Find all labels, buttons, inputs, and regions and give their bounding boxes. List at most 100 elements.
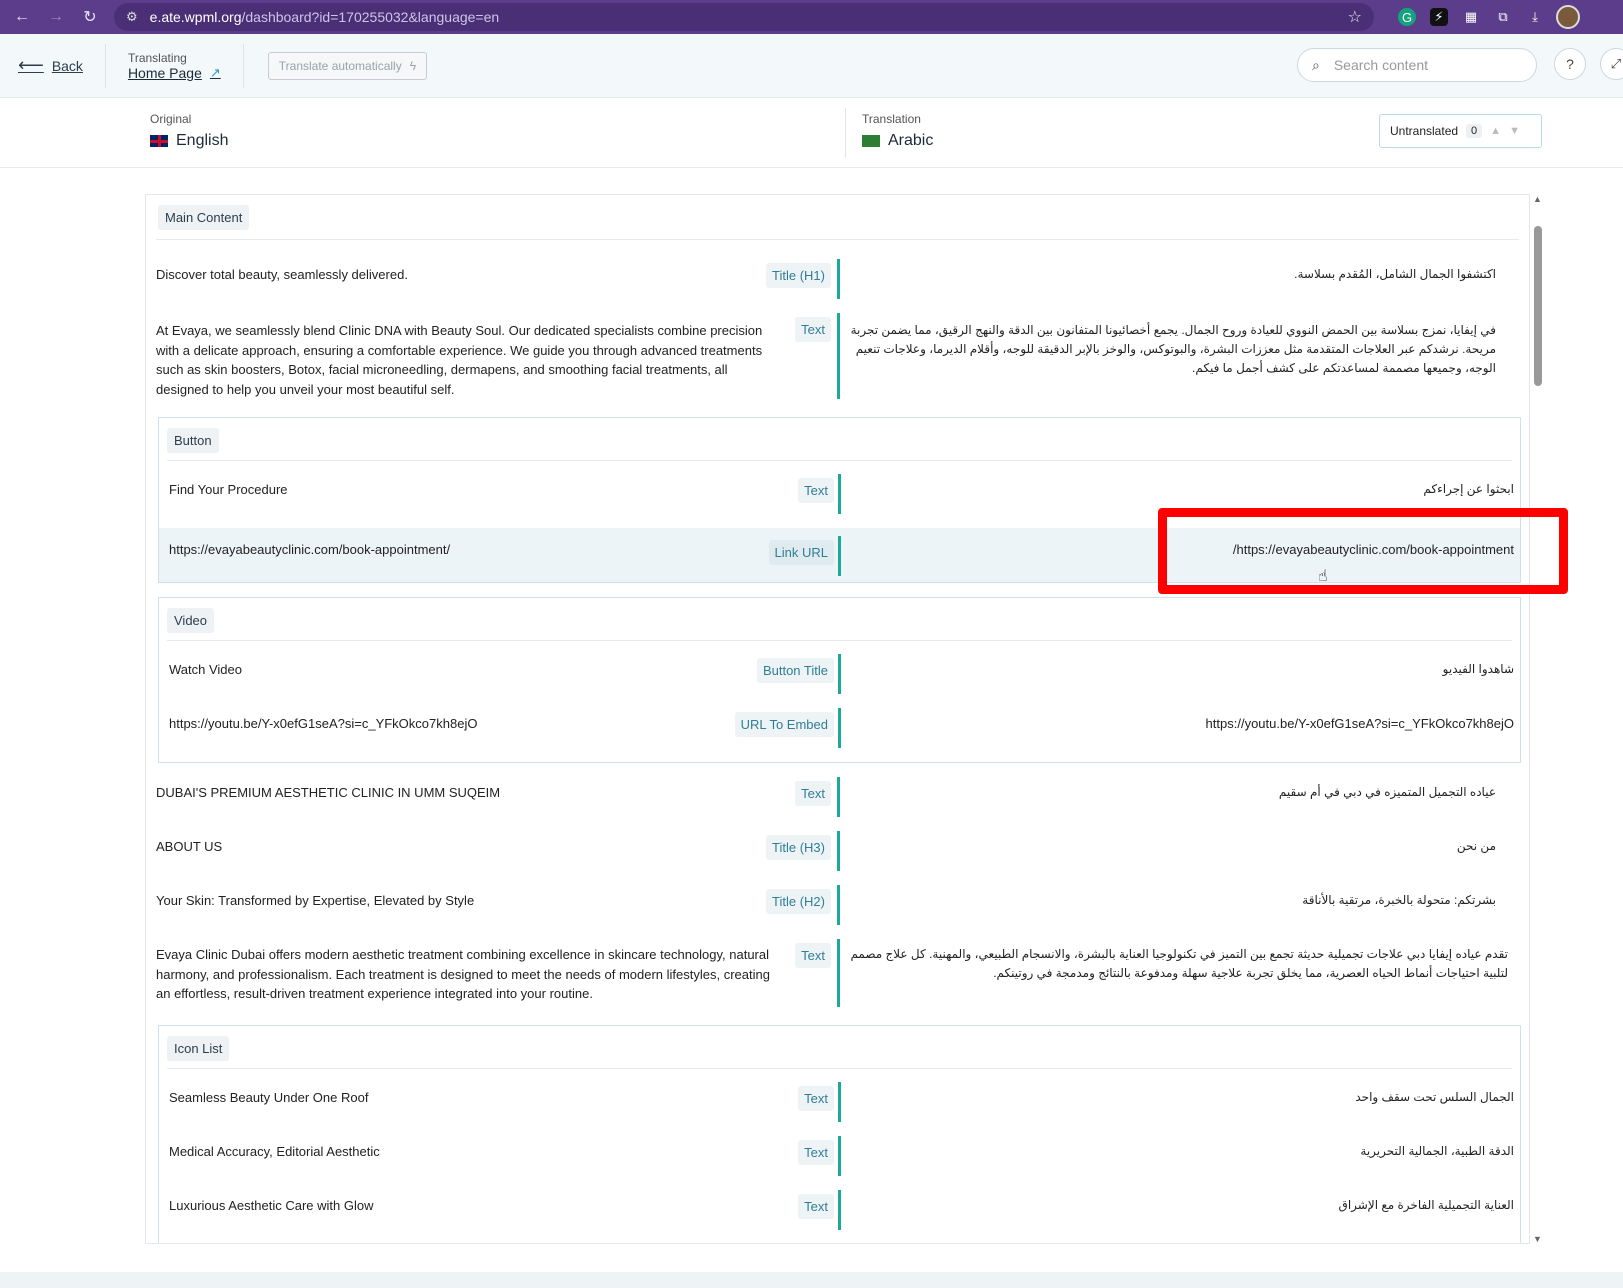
translation-language: Translation Arabic: [862, 112, 933, 150]
source-text: Your Skin: Transformed by Expertise, Ele…: [156, 893, 475, 908]
target-text[interactable]: اكتشفوا الجمال الشامل، المُقدم بسلاسة.: [846, 265, 1496, 284]
source-text: At Evaya, we seamlessly blend Clinic DNA…: [156, 323, 763, 397]
untranslated-navigator[interactable]: Untranslated 0 ▲ ▼: [1379, 114, 1542, 148]
section-divider: [156, 239, 1519, 240]
target-text[interactable]: https://youtu.be/Y-x0efG1seA?si=c_YFkOkc…: [859, 714, 1514, 733]
segment-row[interactable]: Evaya Clinic Dubai offers modern aesthet…: [146, 939, 1529, 1011]
source-text: Watch Video: [169, 662, 242, 677]
segment-type-badge: Text: [798, 1140, 834, 1165]
language-header: Original English Translation Arabic Untr…: [0, 98, 1623, 168]
expand-icon[interactable]: ⤢: [1600, 48, 1623, 80]
icon-list-group: Icon List Seamless Beauty Under One Roof…: [158, 1025, 1521, 1243]
segment-type-badge: Title (H2): [766, 889, 831, 914]
segment-status-bar: [837, 831, 840, 871]
back-link[interactable]: ⟵ Back: [18, 43, 106, 88]
segment-status-bar: [837, 313, 840, 399]
segment-status-bar: [838, 1190, 841, 1230]
bottom-bar: [0, 1272, 1623, 1288]
target-text[interactable]: الجمال السلس تحت سقف واحد: [859, 1088, 1514, 1107]
url-domain: e.ate.wpml.org: [149, 9, 242, 25]
segment-type-badge: Text: [798, 478, 834, 503]
bookmark-star-icon[interactable]: ☆: [1348, 7, 1362, 27]
arabic-flag-icon: [862, 135, 880, 147]
page-name-link[interactable]: Home Page ↗: [128, 65, 221, 81]
segment-status-bar: [838, 474, 841, 514]
grammarly-extension-icon[interactable]: G: [1398, 8, 1416, 26]
lightning-extension-icon[interactable]: ⚡: [1430, 8, 1448, 26]
target-text[interactable]: بشرتكم: متحولة بالخبرة، مرتقية بالأناقة: [846, 891, 1496, 910]
segment-row[interactable]: Seamless Beauty Under One Roof Text الجم…: [159, 1082, 1520, 1126]
profile-avatar[interactable]: [1556, 5, 1580, 29]
back-label: Back: [51, 57, 83, 74]
segment-status-bar: [838, 1136, 841, 1176]
segment-row[interactable]: Luxurious Aesthetic Care with Glow Text …: [159, 1190, 1520, 1234]
target-text[interactable]: العناية التجميلية الفاخرة مع الإشراق: [859, 1196, 1514, 1215]
target-text[interactable]: من نحن: [846, 837, 1496, 856]
search-icon: ⌕: [1312, 56, 1320, 73]
group-divider: [167, 640, 1512, 641]
url-path: /dashboard?id=170255032&language=en: [241, 9, 500, 25]
group-divider: [167, 460, 1512, 461]
segment-type-badge: Title (H1): [766, 263, 831, 288]
scroll-up-icon[interactable]: ▲: [1533, 194, 1542, 204]
segment-row[interactable]: Watch Video Button Title شاهدوا الفيديو: [159, 654, 1520, 698]
translating-label: Translating: [127, 50, 187, 65]
reload-icon[interactable]: ↻: [76, 3, 104, 31]
segment-status-bar: [838, 536, 841, 576]
segment-row[interactable]: https://youtu.be/Y-x0efG1seA?si=c_YFkOkc…: [159, 708, 1520, 752]
original-language-name: English: [176, 132, 229, 149]
segment-type-badge: Link URL: [768, 540, 834, 565]
segment-row[interactable]: Discover total beauty, seamlessly delive…: [146, 259, 1529, 303]
segment-row[interactable]: At Evaya, we seamlessly blend Clinic DNA…: [146, 313, 1529, 403]
download-icon[interactable]: ⤓: [1526, 8, 1544, 26]
back-arrow-icon: ⟵: [18, 55, 44, 75]
highlight-annotation-box: [1158, 508, 1568, 594]
translating-info: Translating Home Page ↗: [106, 43, 244, 88]
page-name: Home Page: [127, 64, 202, 81]
target-text[interactable]: عياده التجميل المتميزه في دبي في أم سقيم: [846, 783, 1496, 802]
translation-content: Main Content Discover total beauty, seam…: [145, 194, 1530, 1244]
content-scrollbar[interactable]: ▲ ▼: [1532, 194, 1544, 1244]
extension-icon[interactable]: ▦: [1462, 8, 1480, 26]
scrollbar-thumb[interactable]: [1534, 226, 1542, 386]
target-text[interactable]: تقدم عياده إيفايا دبي علاجات تجميلية حدي…: [846, 945, 1508, 983]
hand-cursor-icon: ☝: [1318, 568, 1328, 585]
help-icon[interactable]: ?: [1554, 48, 1586, 80]
segment-row[interactable]: Your Skin: Transformed by Expertise, Ele…: [146, 885, 1529, 929]
search-input[interactable]: ⌕ Search content: [1297, 48, 1537, 82]
original-language: Original English: [150, 112, 228, 150]
address-bar[interactable]: ⚙ e.ate.wpml.org/dashboard?id=170255032&…: [114, 3, 1374, 31]
external-link-icon[interactable]: ↗: [210, 65, 221, 81]
lightning-icon: ϟ: [409, 58, 417, 73]
source-text: Seamless Beauty Under One Roof: [169, 1090, 369, 1105]
source-text: https://youtu.be/Y-x0efG1seA?si=c_YFkOkc…: [169, 716, 478, 731]
target-text[interactable]: ابحثوا عن إجراءكم: [859, 480, 1514, 499]
segment-row[interactable]: Medical Accuracy, Editorial Aesthetic Te…: [159, 1136, 1520, 1180]
search-placeholder: Search content: [1333, 57, 1429, 73]
segment-row[interactable]: DUBAI'S PREMIUM AESTHETIC CLINIC IN UMM …: [146, 777, 1529, 821]
back-arrow-icon[interactable]: ←: [8, 3, 36, 31]
chevron-up-icon[interactable]: ▲: [1490, 125, 1501, 137]
forward-arrow-icon[interactable]: →: [42, 3, 70, 31]
segment-status-bar: [838, 654, 841, 694]
scroll-down-icon[interactable]: ▼: [1533, 1234, 1542, 1244]
segment-row[interactable]: ABOUT US Title (H3) من نحن: [146, 831, 1529, 875]
untranslated-label: Untranslated: [1390, 124, 1459, 138]
translate-automatically-button[interactable]: Translate automatically ϟ: [267, 51, 428, 80]
source-text: Evaya Clinic Dubai offers modern aesthet…: [156, 947, 770, 1001]
target-text[interactable]: شاهدوا الفيديو: [859, 660, 1514, 679]
video-group-tag: Video: [167, 608, 215, 633]
puzzle-extensions-icon[interactable]: ⧉: [1494, 8, 1512, 26]
segment-status-bar: [837, 885, 840, 925]
source-text: https://evayabeautyclinic.com/book-appoi…: [169, 542, 451, 557]
source-text: DUBAI'S PREMIUM AESTHETIC CLINIC IN UMM …: [156, 785, 501, 800]
site-info-icon[interactable]: ⚙: [126, 9, 138, 25]
chevron-down-icon[interactable]: ▼: [1509, 125, 1520, 137]
segment-status-bar: [838, 708, 841, 748]
target-text[interactable]: في إيفايا، نمزج بسلاسة بين الحمض النووي …: [846, 321, 1496, 378]
source-text: Discover total beauty, seamlessly delive…: [156, 267, 408, 282]
editor-header: ⟵ Back Translating Home Page ↗ Translate …: [0, 34, 1623, 98]
segment-status-bar: [838, 1082, 841, 1122]
target-text[interactable]: الدقة الطبية، الجمالية التحريرية: [859, 1142, 1514, 1161]
segment-type-badge: URL To Embed: [734, 712, 834, 737]
